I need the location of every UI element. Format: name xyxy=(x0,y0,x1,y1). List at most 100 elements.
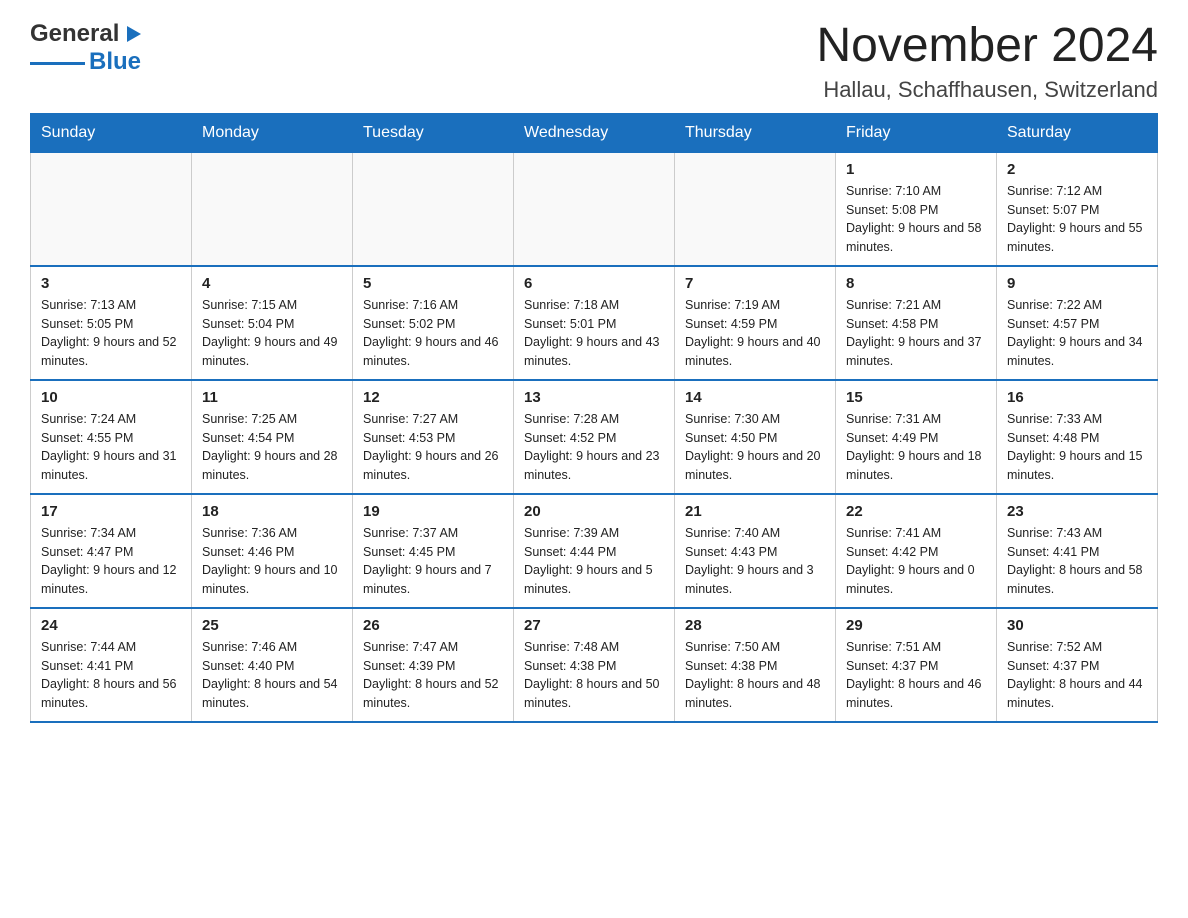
calendar-cell xyxy=(514,152,675,266)
day-of-week-header: Wednesday xyxy=(514,113,675,152)
day-info: Sunrise: 7:52 AMSunset: 4:37 PMDaylight:… xyxy=(1007,638,1147,713)
day-number: 14 xyxy=(685,389,825,406)
logo-triangle-icon xyxy=(123,24,143,44)
calendar-cell: 22 Sunrise: 7:41 AMSunset: 4:42 PMDayligh… xyxy=(836,494,997,608)
title-section: November 2024 Hallau, Schaffhausen, Swit… xyxy=(816,20,1158,103)
day-info: Sunrise: 7:16 AMSunset: 5:02 PMDaylight:… xyxy=(363,296,503,371)
day-number: 9 xyxy=(1007,275,1147,292)
day-of-week-header: Friday xyxy=(836,113,997,152)
calendar-cell: 27 Sunrise: 7:48 AMSunset: 4:38 PMDayligh… xyxy=(514,608,675,722)
day-info: Sunrise: 7:28 AMSunset: 4:52 PMDaylight:… xyxy=(524,410,664,485)
day-number: 8 xyxy=(846,275,986,292)
day-info: Sunrise: 7:39 AMSunset: 4:44 PMDaylight:… xyxy=(524,524,664,599)
page-subtitle: Hallau, Schaffhausen, Switzerland xyxy=(816,77,1158,103)
page-header: General Blue November 2024 Hallau, Schaf… xyxy=(30,20,1158,103)
day-number: 22 xyxy=(846,503,986,520)
calendar-cell: 8 Sunrise: 7:21 AMSunset: 4:58 PMDaylight… xyxy=(836,266,997,380)
calendar-cell: 1 Sunrise: 7:10 AMSunset: 5:08 PMDaylight… xyxy=(836,152,997,266)
calendar-cell: 16Sunrise: 7:33 AMSunset: 4:48 PMDayligh… xyxy=(997,380,1158,494)
calendar-header-row: SundayMondayTuesdayWednesdayThursdayFrid… xyxy=(31,113,1158,152)
calendar-week-row: 17Sunrise: 7:34 AMSunset: 4:47 PMDayligh… xyxy=(31,494,1158,608)
day-info: Sunrise: 7:44 AMSunset: 4:41 PMDaylight:… xyxy=(41,638,181,713)
calendar-cell: 28 Sunrise: 7:50 AMSunset: 4:38 PMDayligh… xyxy=(675,608,836,722)
day-info: Sunrise: 7:18 AMSunset: 5:01 PMDaylight:… xyxy=(524,296,664,371)
day-of-week-header: Thursday xyxy=(675,113,836,152)
day-info: Sunrise: 7:48 AMSunset: 4:38 PMDaylight:… xyxy=(524,638,664,713)
day-info: Sunrise: 7:19 AMSunset: 4:59 PMDaylight:… xyxy=(685,296,825,371)
day-of-week-header: Saturday xyxy=(997,113,1158,152)
day-info: Sunrise: 7:24 AMSunset: 4:55 PMDaylight:… xyxy=(41,410,181,485)
day-info: Sunrise: 7:15 AMSunset: 5:04 PMDaylight:… xyxy=(202,296,342,371)
logo-text-general: General xyxy=(30,20,119,48)
calendar-cell: 24 Sunrise: 7:44 AMSunset: 4:41 PMDayligh… xyxy=(31,608,192,722)
day-number: 15 xyxy=(846,389,986,406)
calendar-cell: 20 Sunrise: 7:39 AMSunset: 4:44 PMDayligh… xyxy=(514,494,675,608)
day-info: Sunrise: 7:36 AMSunset: 4:46 PMDaylight:… xyxy=(202,524,342,599)
day-info: Sunrise: 7:34 AMSunset: 4:47 PMDaylight:… xyxy=(41,524,181,599)
day-number: 21 xyxy=(685,503,825,520)
day-number: 12 xyxy=(363,389,503,406)
logo: General Blue xyxy=(30,20,143,76)
calendar-week-row: 10 Sunrise: 7:24 AMSunset: 4:55 PMDayligh… xyxy=(31,380,1158,494)
day-info: Sunrise: 7:41 AMSunset: 4:42 PMDaylight:… xyxy=(846,524,986,599)
calendar-cell: 13Sunrise: 7:28 AMSunset: 4:52 PMDayligh… xyxy=(514,380,675,494)
day-number: 7 xyxy=(685,275,825,292)
day-info: Sunrise: 7:37 AMSunset: 4:45 PMDaylight:… xyxy=(363,524,503,599)
day-number: 18 xyxy=(202,503,342,520)
calendar-cell: 6Sunrise: 7:18 AMSunset: 5:01 PMDaylight… xyxy=(514,266,675,380)
day-info: Sunrise: 7:10 AMSunset: 5:08 PMDaylight:… xyxy=(846,182,986,257)
calendar-cell: 2Sunrise: 7:12 AMSunset: 5:07 PMDaylight… xyxy=(997,152,1158,266)
calendar-table: SundayMondayTuesdayWednesdayThursdayFrid… xyxy=(30,113,1158,723)
day-number: 24 xyxy=(41,617,181,634)
day-of-week-header: Monday xyxy=(192,113,353,152)
day-number: 1 xyxy=(846,161,986,178)
day-number: 29 xyxy=(846,617,986,634)
day-info: Sunrise: 7:13 AMSunset: 5:05 PMDaylight:… xyxy=(41,296,181,371)
calendar-cell: 25 Sunrise: 7:46 AMSunset: 4:40 PMDayligh… xyxy=(192,608,353,722)
calendar-cell: 29 Sunrise: 7:51 AMSunset: 4:37 PMDayligh… xyxy=(836,608,997,722)
calendar-cell xyxy=(675,152,836,266)
calendar-cell: 26Sunrise: 7:47 AMSunset: 4:39 PMDayligh… xyxy=(353,608,514,722)
calendar-cell: 23 Sunrise: 7:43 AMSunset: 4:41 PMDayligh… xyxy=(997,494,1158,608)
day-number: 20 xyxy=(524,503,664,520)
calendar-cell: 30 Sunrise: 7:52 AMSunset: 4:37 PMDayligh… xyxy=(997,608,1158,722)
day-info: Sunrise: 7:21 AMSunset: 4:58 PMDaylight:… xyxy=(846,296,986,371)
day-number: 2 xyxy=(1007,161,1147,178)
calendar-cell: 18 Sunrise: 7:36 AMSunset: 4:46 PMDayligh… xyxy=(192,494,353,608)
day-number: 5 xyxy=(363,275,503,292)
calendar-cell: 19Sunrise: 7:37 AMSunset: 4:45 PMDayligh… xyxy=(353,494,514,608)
calendar-cell: 17Sunrise: 7:34 AMSunset: 4:47 PMDayligh… xyxy=(31,494,192,608)
logo-text-blue: Blue xyxy=(89,48,141,76)
day-number: 25 xyxy=(202,617,342,634)
day-info: Sunrise: 7:43 AMSunset: 4:41 PMDaylight:… xyxy=(1007,524,1147,599)
day-info: Sunrise: 7:51 AMSunset: 4:37 PMDaylight:… xyxy=(846,638,986,713)
calendar-cell: 4 Sunrise: 7:15 AMSunset: 5:04 PMDaylight… xyxy=(192,266,353,380)
calendar-cell: 3Sunrise: 7:13 AMSunset: 5:05 PMDaylight… xyxy=(31,266,192,380)
calendar-cell: 12 Sunrise: 7:27 AMSunset: 4:53 PMDayligh… xyxy=(353,380,514,494)
page-title: November 2024 xyxy=(816,20,1158,73)
calendar-week-row: 1 Sunrise: 7:10 AMSunset: 5:08 PMDaylight… xyxy=(31,152,1158,266)
calendar-week-row: 3Sunrise: 7:13 AMSunset: 5:05 PMDaylight… xyxy=(31,266,1158,380)
calendar-cell: 21Sunrise: 7:40 AMSunset: 4:43 PMDayligh… xyxy=(675,494,836,608)
calendar-week-row: 24 Sunrise: 7:44 AMSunset: 4:41 PMDayligh… xyxy=(31,608,1158,722)
day-info: Sunrise: 7:31 AMSunset: 4:49 PMDaylight:… xyxy=(846,410,986,485)
calendar-cell: 7 Sunrise: 7:19 AMSunset: 4:59 PMDaylight… xyxy=(675,266,836,380)
day-number: 23 xyxy=(1007,503,1147,520)
day-number: 27 xyxy=(524,617,664,634)
calendar-cell xyxy=(31,152,192,266)
calendar-cell xyxy=(353,152,514,266)
logo-underline xyxy=(30,62,85,65)
calendar-cell: 10 Sunrise: 7:24 AMSunset: 4:55 PMDayligh… xyxy=(31,380,192,494)
day-info: Sunrise: 7:50 AMSunset: 4:38 PMDaylight:… xyxy=(685,638,825,713)
day-info: Sunrise: 7:46 AMSunset: 4:40 PMDaylight:… xyxy=(202,638,342,713)
day-info: Sunrise: 7:30 AMSunset: 4:50 PMDaylight:… xyxy=(685,410,825,485)
day-number: 11 xyxy=(202,389,342,406)
calendar-cell: 5 Sunrise: 7:16 AMSunset: 5:02 PMDaylight… xyxy=(353,266,514,380)
day-number: 4 xyxy=(202,275,342,292)
calendar-cell: 9Sunrise: 7:22 AMSunset: 4:57 PMDaylight… xyxy=(997,266,1158,380)
day-number: 30 xyxy=(1007,617,1147,634)
day-info: Sunrise: 7:27 AMSunset: 4:53 PMDaylight:… xyxy=(363,410,503,485)
day-number: 28 xyxy=(685,617,825,634)
day-of-week-header: Tuesday xyxy=(353,113,514,152)
day-number: 10 xyxy=(41,389,181,406)
